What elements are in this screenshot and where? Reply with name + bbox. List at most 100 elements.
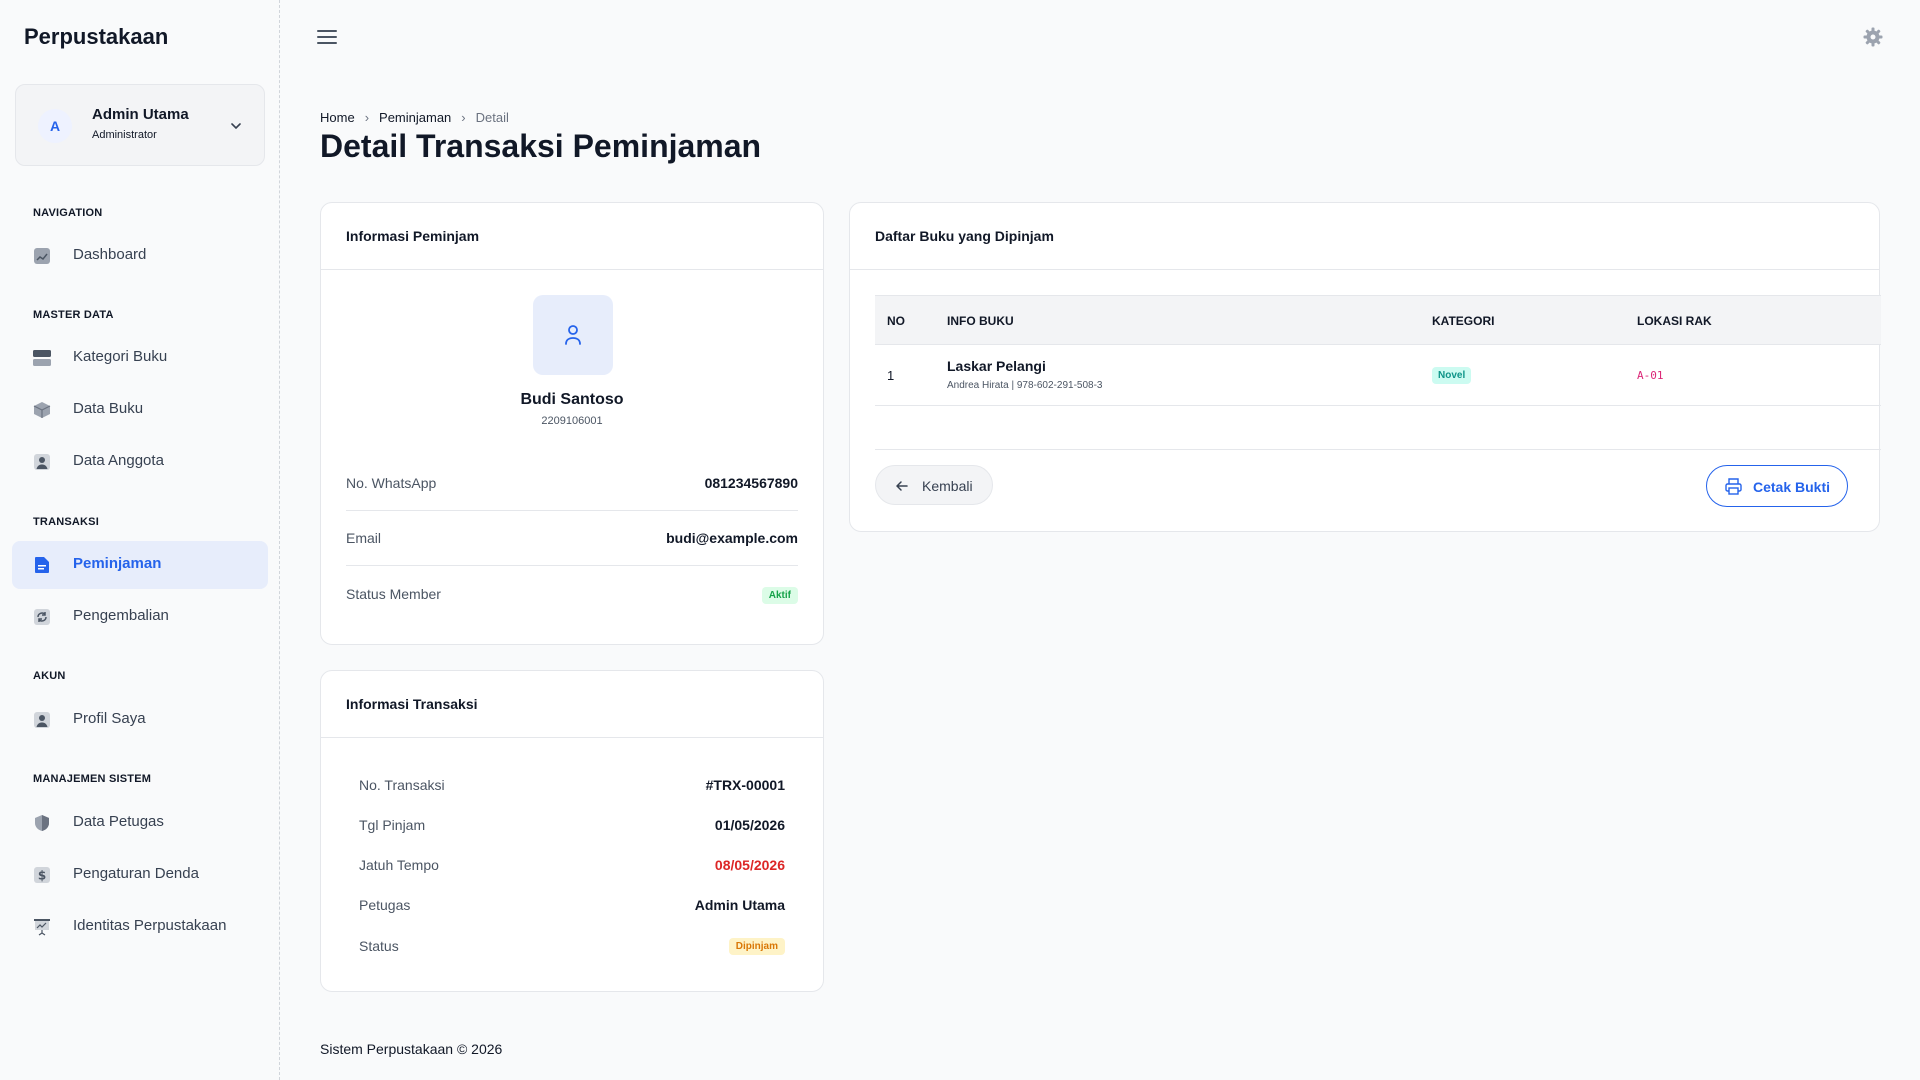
info-label: Email — [346, 530, 382, 546]
status-badge: Aktif — [761, 587, 798, 604]
tx-label: Status — [359, 938, 399, 954]
back-button-label: Kembali — [922, 478, 973, 494]
avatar: A — [38, 109, 72, 143]
rack-location: A-01 — [1637, 369, 1664, 382]
column-header-lokasi-rak: LOKASI RAK — [1637, 314, 1712, 328]
category-icon — [33, 350, 51, 366]
card-title: Informasi Transaksi — [346, 696, 478, 712]
user-icon — [34, 712, 50, 728]
breadcrumb-peminjaman[interactable]: Peminjaman — [379, 110, 451, 125]
document-icon — [35, 557, 49, 573]
card-title: Informasi Peminjam — [346, 228, 480, 244]
nav-section-akun: AKUN — [33, 670, 66, 682]
loan-date: 01/05/2026 — [714, 817, 785, 833]
sidebar-item-label: Identitas Perpustakaan — [73, 917, 227, 934]
gear-icon[interactable] — [1862, 26, 1884, 48]
card-title: Daftar Buku yang Dipinjam — [875, 228, 1054, 244]
svg-text:$: $ — [38, 869, 46, 883]
sidebar-item-data-buku[interactable]: Data Buku — [12, 386, 268, 434]
nav-section-navigation: NAVIGATION — [33, 207, 103, 219]
info-row-whatsapp: No. WhatsApp 081234567890 — [346, 456, 798, 511]
nav-section-transaksi: TRANSAKSI — [33, 516, 99, 528]
sidebar-item-data-anggota[interactable]: Data Anggota — [12, 438, 268, 486]
brand-title: Perpustakaan — [24, 24, 169, 49]
tx-row-petugas: Petugas Admin Utama — [359, 890, 785, 920]
transaction-info-card: Informasi Transaksi No. Transaksi #TRX-0… — [320, 670, 824, 992]
footer-text: Sistem Perpustakaan © 2026 — [320, 1041, 503, 1057]
card-header: Informasi Peminjam — [321, 203, 823, 270]
sidebar-item-profil-saya[interactable]: Profil Saya — [12, 696, 268, 744]
tx-row-tgl-pinjam: Tgl Pinjam 01/05/2026 — [359, 810, 785, 840]
user-role: Administrator — [92, 129, 157, 141]
user-outline-icon — [565, 325, 581, 345]
sidebar-item-label: Pengembalian — [73, 607, 169, 624]
sidebar-item-label: Peminjaman — [73, 555, 162, 572]
breadcrumb-current: Detail — [475, 110, 509, 125]
back-button[interactable]: Kembali — [875, 465, 993, 505]
sidebar-item-peminjaman[interactable]: Peminjaman — [12, 541, 268, 589]
box-icon — [33, 402, 51, 418]
sidebar-item-label: Kategori Buku — [73, 348, 168, 365]
sidebar-item-label: Data Anggota — [73, 452, 164, 469]
print-button[interactable]: Cetak Bukti — [1706, 465, 1848, 507]
officer-name: Admin Utama — [694, 897, 785, 913]
breadcrumb: Home › Peminjaman › Detail — [320, 110, 509, 125]
category-badge: Novel — [1432, 367, 1472, 384]
sidebar-item-label: Profil Saya — [73, 710, 146, 727]
borrower-info-card: Informasi Peminjam Budi Santoso 22091060… — [320, 202, 824, 645]
page-title: Detail Transaksi Peminjaman — [320, 128, 762, 164]
arrow-left-icon — [896, 481, 908, 491]
presentation-icon — [34, 919, 50, 936]
divider — [875, 449, 1881, 450]
email-value: budi@example.com — [666, 530, 798, 546]
shield-icon — [35, 815, 49, 831]
table-header: NO INFO BUKU KATEGORI LOKASI RAK — [875, 295, 1881, 345]
book-title: Laskar Pelangi — [947, 358, 1046, 374]
nav-section-manajemen-sistem: MANAJEMEN SISTEM — [33, 773, 152, 785]
sidebar-item-identitas-perpustakaan[interactable]: Identitas Perpustakaan — [12, 903, 268, 951]
chevron-down-icon — [231, 123, 241, 129]
sidebar-item-label: Data Petugas — [73, 813, 164, 830]
book-meta: Andrea Hirata | 978-602-291-508-3 — [947, 380, 1103, 391]
printer-icon — [1725, 478, 1742, 495]
row-number: 1 — [887, 368, 895, 383]
tx-row-jatuh-tempo: Jatuh Tempo 08/05/2026 — [359, 850, 785, 880]
tx-label: Jatuh Tempo — [359, 857, 439, 873]
borrowed-books-card: Daftar Buku yang Dipinjam NO INFO BUKU K… — [849, 202, 1881, 532]
print-button-label: Cetak Bukti — [1753, 479, 1831, 495]
refresh-icon — [34, 609, 50, 625]
column-header-info-buku: INFO BUKU — [947, 314, 1014, 328]
transaction-number: #TRX-00001 — [705, 777, 785, 793]
sidebar-item-kategori-buku[interactable]: Kategori Buku — [12, 334, 268, 382]
tx-row-no-transaksi: No. Transaksi #TRX-00001 — [359, 770, 785, 800]
sidebar-item-label: Dashboard — [73, 246, 147, 263]
tx-label: No. Transaksi — [359, 777, 445, 793]
user-menu[interactable]: A Admin Utama Administrator — [15, 84, 265, 166]
tx-label: Petugas — [359, 897, 411, 913]
tx-label: Tgl Pinjam — [359, 817, 426, 833]
sidebar-item-dashboard[interactable]: Dashboard — [12, 232, 268, 280]
info-row-email: Email budi@example.com — [346, 511, 798, 566]
info-label: Status Member — [346, 586, 441, 602]
status-badge: Dipinjam — [728, 938, 785, 955]
info-label: No. WhatsApp — [346, 475, 437, 491]
sidebar-item-pengembalian[interactable]: Pengembalian — [12, 593, 268, 641]
sidebar-item-pengaturan-denda[interactable]: $ Pengaturan Denda — [12, 851, 268, 899]
chevron-right-icon: › — [364, 110, 370, 125]
whatsapp-value: 081234567890 — [704, 475, 798, 491]
breadcrumb-home[interactable]: Home — [320, 110, 355, 125]
due-date: 08/05/2026 — [714, 857, 785, 873]
table-row: 1 Laskar Pelangi Andrea Hirata | 978-602… — [875, 345, 1881, 406]
sidebar-item-label: Data Buku — [73, 400, 144, 417]
sidebar-item-label: Pengaturan Denda — [73, 865, 199, 882]
hamburger-menu-icon[interactable] — [316, 28, 338, 46]
card-header: Informasi Transaksi — [321, 671, 823, 738]
borrower-id: 2209106001 — [541, 415, 603, 427]
chart-icon — [34, 248, 50, 264]
column-header-kategori: KATEGORI — [1432, 314, 1495, 328]
borrower-avatar — [533, 295, 613, 375]
sidebar-item-data-petugas[interactable]: Data Petugas — [12, 799, 268, 847]
chevron-right-icon: › — [461, 110, 466, 125]
borrower-name: Budi Santoso — [520, 391, 624, 408]
user-icon — [34, 454, 50, 470]
